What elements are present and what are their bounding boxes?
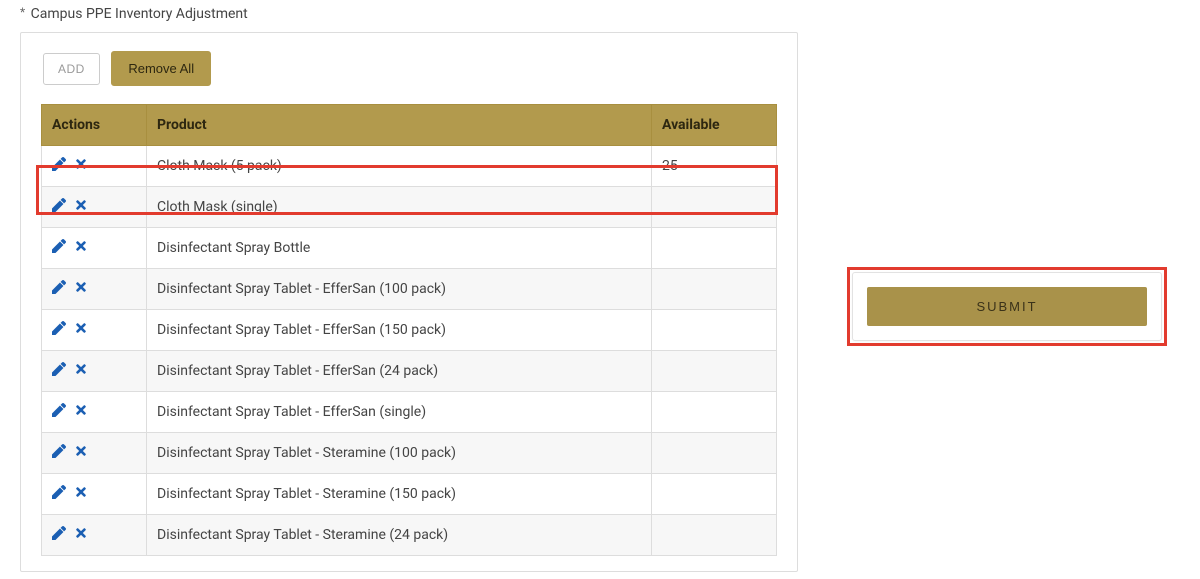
table-row: Disinfectant Spray Tablet - EfferSan (15… (42, 310, 777, 351)
button-row: ADD Remove All (21, 51, 797, 104)
table-row: Disinfectant Spray Tablet - Steramine (1… (42, 433, 777, 474)
edit-icon[interactable] (52, 157, 66, 175)
cell-available (652, 474, 777, 515)
table-header-row: Actions Product Available (42, 105, 777, 146)
cell-available (652, 187, 777, 228)
table-row: Cloth Mask (single) (42, 187, 777, 228)
action-icons (52, 239, 136, 257)
cell-product: Cloth Mask (single) (147, 187, 652, 228)
action-icons (52, 157, 136, 175)
cell-actions (42, 269, 147, 310)
cell-actions (42, 392, 147, 433)
submit-card: SUBMIT (852, 272, 1162, 341)
action-icons (52, 321, 136, 339)
col-header-available: Available (652, 105, 777, 146)
cell-product: Disinfectant Spray Tablet - Steramine (1… (147, 433, 652, 474)
edit-icon[interactable] (52, 403, 66, 421)
inventory-adjustment-pane: * Campus PPE Inventory Adjustment ADD Re… (0, 0, 812, 579)
delete-icon[interactable] (74, 403, 88, 421)
edit-icon[interactable] (52, 526, 66, 544)
cell-actions (42, 515, 147, 556)
add-button[interactable]: ADD (43, 53, 100, 85)
edit-icon[interactable] (52, 444, 66, 462)
edit-icon[interactable] (52, 362, 66, 380)
cell-product: Disinfectant Spray Tablet - Steramine (1… (147, 474, 652, 515)
submit-pane: SUBMIT (852, 272, 1162, 341)
col-header-actions: Actions (42, 105, 147, 146)
edit-icon[interactable] (52, 198, 66, 216)
cell-available (652, 269, 777, 310)
action-icons (52, 403, 136, 421)
cell-actions (42, 474, 147, 515)
cell-actions (42, 146, 147, 187)
cell-actions (42, 310, 147, 351)
cell-product: Disinfectant Spray Tablet - Steramine (2… (147, 515, 652, 556)
cell-actions (42, 228, 147, 269)
action-icons (52, 485, 136, 503)
inventory-table: Actions Product Available Cloth Mask (5 … (41, 104, 777, 556)
edit-icon[interactable] (52, 280, 66, 298)
delete-icon[interactable] (74, 239, 88, 257)
action-icons (52, 280, 136, 298)
cell-product: Disinfectant Spray Tablet - EfferSan (si… (147, 392, 652, 433)
cell-available (652, 392, 777, 433)
cell-available: 25 (652, 146, 777, 187)
table-row: Disinfectant Spray Tablet - EfferSan (si… (42, 392, 777, 433)
delete-icon[interactable] (74, 280, 88, 298)
cell-available (652, 310, 777, 351)
section-title-text: Campus PPE Inventory Adjustment (31, 6, 248, 22)
cell-product: Disinfectant Spray Tablet - EfferSan (24… (147, 351, 652, 392)
submit-button[interactable]: SUBMIT (867, 287, 1147, 326)
cell-product: Disinfectant Spray Tablet - EfferSan (10… (147, 269, 652, 310)
cell-available (652, 351, 777, 392)
table-row: Disinfectant Spray Tablet - Steramine (2… (42, 515, 777, 556)
cell-available (652, 433, 777, 474)
action-icons (52, 526, 136, 544)
delete-icon[interactable] (74, 362, 88, 380)
action-icons (52, 198, 136, 216)
cell-product: Cloth Mask (5 pack) (147, 146, 652, 187)
delete-icon[interactable] (74, 321, 88, 339)
table-row: Disinfectant Spray Tablet - EfferSan (10… (42, 269, 777, 310)
edit-icon[interactable] (52, 321, 66, 339)
section-title: * Campus PPE Inventory Adjustment (0, 0, 812, 32)
edit-icon[interactable] (52, 485, 66, 503)
delete-icon[interactable] (74, 485, 88, 503)
delete-icon[interactable] (74, 198, 88, 216)
cell-actions (42, 351, 147, 392)
delete-icon[interactable] (74, 157, 88, 175)
cell-actions (42, 433, 147, 474)
cell-available (652, 228, 777, 269)
remove-all-button[interactable]: Remove All (111, 51, 211, 86)
col-header-product: Product (147, 105, 652, 146)
action-icons (52, 444, 136, 462)
required-asterisk: * (20, 5, 25, 19)
delete-icon[interactable] (74, 444, 88, 462)
table-row: Cloth Mask (5 pack) 25 (42, 146, 777, 187)
edit-icon[interactable] (52, 239, 66, 257)
action-icons (52, 362, 136, 380)
cell-actions (42, 187, 147, 228)
table-row: Disinfectant Spray Bottle (42, 228, 777, 269)
cell-product: Disinfectant Spray Tablet - EfferSan (15… (147, 310, 652, 351)
cell-product: Disinfectant Spray Bottle (147, 228, 652, 269)
table-row: Disinfectant Spray Tablet - EfferSan (24… (42, 351, 777, 392)
delete-icon[interactable] (74, 526, 88, 544)
cell-available (652, 515, 777, 556)
table-row: Disinfectant Spray Tablet - Steramine (1… (42, 474, 777, 515)
inventory-panel: ADD Remove All Actions Product Available (20, 32, 798, 572)
